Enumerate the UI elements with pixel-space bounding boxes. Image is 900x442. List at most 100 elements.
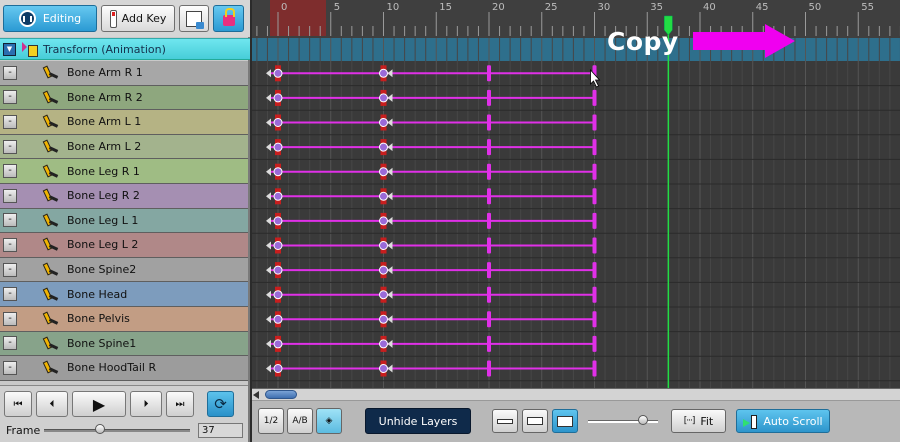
layer-row[interactable]: - Bone Leg L 1 (0, 208, 248, 234)
transport-controls: ⏮ ⏴ ▶ ⏵ ⏭ ⟳ Frame 37 (0, 385, 248, 442)
layer-minus-button[interactable]: - (3, 262, 17, 277)
last-frame-icon: ⏭ (175, 398, 185, 410)
layer-row[interactable]: - Bone Arm R 1 (0, 61, 248, 86)
editing-toggle-button[interactable]: Editing (3, 5, 97, 32)
bone-icon (42, 287, 60, 302)
layer-minus-button[interactable]: - (3, 360, 17, 375)
prev-frame-button[interactable]: ⏴ (36, 391, 68, 417)
play-button[interactable]: ▶ (72, 391, 126, 417)
ab-toggle-button[interactable]: A/B (287, 408, 313, 434)
layer-row[interactable]: - Bone Arm L 1 (0, 110, 248, 135)
layer-row[interactable]: - Bone HoodTail R (0, 356, 248, 381)
keyframe-marker (592, 286, 597, 303)
loop-button[interactable]: ⟳ (207, 391, 234, 417)
keyframe-marker (487, 360, 491, 377)
layer-minus-button[interactable]: - (3, 139, 17, 154)
keyframe-marker (487, 335, 491, 352)
keyframe-node (379, 191, 388, 201)
key-arrow-icon (387, 93, 393, 102)
key-arrow-icon (387, 69, 393, 78)
layer-minus-button[interactable]: - (3, 164, 17, 179)
ruler-tick-label: 5 (334, 2, 340, 13)
scrollbar-thumb[interactable] (265, 390, 297, 399)
layer-minus-button[interactable]: - (3, 336, 17, 351)
bone-icon (42, 188, 60, 203)
last-frame-button[interactable]: ⏭ (166, 391, 194, 417)
ruler-tick-label: 20 (492, 2, 505, 13)
layer-row[interactable]: - Bone Spine2 (0, 257, 248, 283)
layer-minus-button[interactable]: - (3, 65, 17, 80)
lock-all-button[interactable] (213, 5, 244, 32)
layers-toolbar: Editing Add Key (0, 0, 250, 37)
layer-row[interactable]: - Bone Arm L 2 (0, 134, 248, 160)
keyframe-marker (592, 114, 597, 131)
keyframe-node (273, 142, 283, 152)
keyframe-node (273, 364, 283, 373)
layer-row[interactable]: - Bone Arm R 2 (0, 85, 248, 111)
layer-label: Bone HoodTail R (67, 361, 157, 375)
key-arrow-icon (266, 192, 271, 201)
frame-slider-thumb[interactable] (95, 424, 105, 434)
layer-row[interactable]: - Bone Spine1 (0, 331, 248, 357)
layer-row[interactable]: - Bone Leg R 1 (0, 159, 248, 184)
key-arrow-icon (387, 266, 393, 275)
ruler-tick-label: 10 (387, 2, 400, 13)
layer-row[interactable]: - Bone Pelvis (0, 306, 248, 332)
timeline[interactable]: 0 5 10 15 20 25 30 35 40 45 50 55 Copy (252, 0, 900, 388)
frame-slider[interactable] (44, 429, 190, 432)
key-arrow-icon (266, 364, 271, 373)
key-lock-button[interactable] (179, 5, 209, 32)
layer-row[interactable]: - Bone Leg L 2 (0, 233, 248, 258)
row-size-large-button[interactable] (552, 409, 578, 433)
layer-minus-button[interactable]: - (3, 287, 17, 302)
play-icon: ▶ (92, 394, 106, 414)
row-size-small-button[interactable] (492, 409, 518, 433)
pause-icon (18, 10, 36, 27)
keyframe-marker (592, 311, 597, 328)
bone-icon (42, 360, 60, 375)
unhide-layers-button[interactable]: Unhide Layers (365, 408, 471, 434)
layer-minus-button[interactable]: - (3, 90, 17, 105)
key-arrow-icon (266, 339, 271, 348)
timeline-canvas[interactable]: 0 5 10 15 20 25 30 35 40 45 50 55 (252, 0, 900, 388)
layer-minus-button[interactable]: - (3, 114, 17, 129)
next-frame-icon: ⏵ (143, 398, 149, 410)
keyframe-node (379, 314, 388, 324)
prev-frame-icon: ⏴ (49, 398, 55, 410)
ruler-tick-label: 15 (439, 2, 452, 13)
auto-scroll-button[interactable]: Auto Scroll (736, 409, 830, 433)
bone-icon (42, 262, 60, 277)
keyframe-marker (592, 89, 597, 106)
next-frame-button[interactable]: ⏵ (130, 391, 162, 417)
layer-row[interactable]: - Bone Head (0, 282, 248, 307)
first-frame-button[interactable]: ⏮ (4, 391, 32, 417)
layers-toggle-button[interactable]: ◈ (316, 408, 342, 434)
fit-button[interactable]: [···] Fit (671, 409, 726, 433)
row-size-medium-button[interactable] (522, 409, 548, 433)
add-key-button[interactable]: Add Key (101, 5, 175, 32)
horizontal-scrollbar[interactable] (252, 389, 900, 401)
group-label: Transform (Animation) (43, 42, 166, 56)
keyframe-marker (592, 212, 597, 229)
fit-icon: [···] (683, 416, 696, 426)
keyframe-marker (487, 139, 491, 156)
frame-fraction-button[interactable]: 1/2 (258, 408, 284, 434)
layer-minus-button[interactable]: - (3, 311, 17, 326)
zoom-slider-thumb[interactable] (638, 415, 648, 425)
frame-input[interactable]: 37 (198, 423, 243, 438)
keyframe-marker (487, 237, 491, 254)
layer-minus-button[interactable]: - (3, 237, 17, 252)
scroll-left-icon[interactable] (253, 391, 259, 399)
keyframe-node (379, 339, 388, 349)
layer-minus-button[interactable]: - (3, 188, 17, 203)
keyframe-node (273, 118, 283, 127)
layer-label: Bone Head (67, 287, 128, 301)
layer-minus-button[interactable]: - (3, 213, 17, 228)
layer-row[interactable]: - Bone Leg R 2 (0, 183, 248, 209)
keyframe-node (273, 265, 283, 275)
keyframe-marker (487, 114, 491, 131)
bone-icon (42, 114, 60, 129)
row-small-icon (497, 418, 513, 424)
collapse-toggle-icon[interactable] (3, 42, 16, 56)
layer-group-transform[interactable]: Transform (Animation) (0, 38, 250, 60)
